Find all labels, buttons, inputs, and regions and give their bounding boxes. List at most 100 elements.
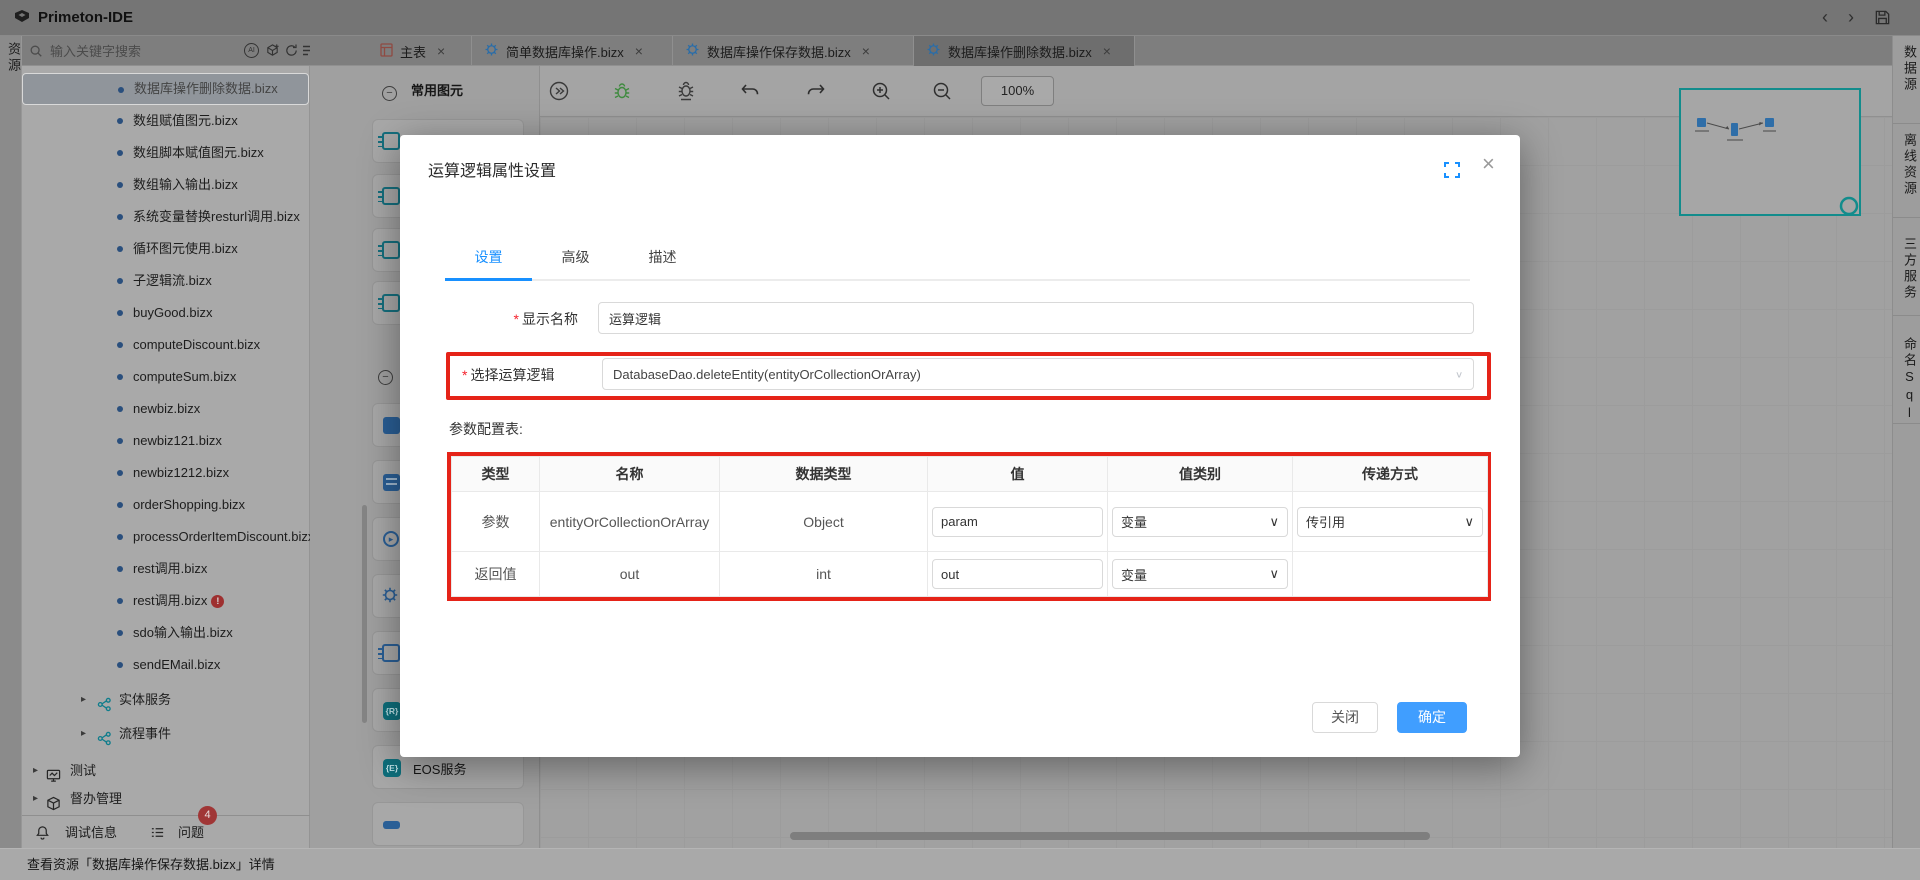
save-icon[interactable] — [1874, 9, 1891, 31]
nav-back-icon[interactable]: ‹ — [1822, 8, 1828, 26]
file-dot-icon — [117, 310, 123, 316]
tab-close-icon[interactable]: × — [437, 43, 445, 59]
file-dot-icon — [117, 662, 123, 668]
debug-run-icon[interactable] — [611, 80, 633, 102]
file-tree-item[interactable]: newbiz1212.bizx — [22, 457, 309, 489]
file-tree-item[interactable]: newbiz121.bizx — [22, 425, 309, 457]
divider — [1893, 123, 1920, 124]
fullscreen-expand-icon[interactable] — [1444, 162, 1460, 183]
palette-scrollbar[interactable] — [362, 505, 367, 723]
file-tree-item[interactable]: rest调用.bizx — [22, 553, 309, 585]
file-tree-item[interactable]: orderShopping.bizx — [22, 489, 309, 521]
primeton-ide-window: Primeton-IDE ‹ › 资源 AI 主表 × — [0, 0, 1920, 880]
file-tree-item[interactable]: computeDiscount.bizx — [22, 329, 309, 361]
table-row: 参数 entityOrCollectionOrArray Object 变量∨ … — [452, 492, 1488, 552]
tab-main-table[interactable]: 主表 × — [368, 36, 472, 66]
horizontal-scrollbar[interactable] — [790, 832, 1430, 840]
minimap[interactable] — [1679, 88, 1861, 216]
file-tree-item[interactable]: newbiz.bizx — [22, 393, 309, 425]
close-button[interactable]: 关闭 — [1312, 702, 1378, 733]
rest-service-icon: {R} — [383, 702, 401, 720]
required-mark: * — [462, 367, 467, 383]
app-title: Primeton-IDE — [38, 0, 133, 36]
tab-close-icon[interactable]: × — [1103, 43, 1111, 59]
tab-label: 数据库操作删除数据.bizx — [948, 42, 1092, 61]
file-tree-item[interactable]: buyGood.bizx — [22, 297, 309, 329]
param-value-input[interactable] — [932, 507, 1103, 537]
file-dot-icon — [117, 118, 123, 124]
tab-description[interactable]: 描述 — [619, 243, 706, 279]
collapse-group-icon[interactable]: − — [378, 370, 393, 385]
zoom-level-indicator[interactable]: 100% — [981, 76, 1054, 106]
right-tab-offline-resource[interactable]: 离线资源 — [1900, 133, 1919, 197]
return-value-input[interactable] — [932, 559, 1103, 589]
resource-strip-label[interactable]: 资源 — [4, 42, 23, 74]
search-input[interactable] — [48, 38, 198, 64]
new-resource-icon[interactable] — [265, 43, 280, 63]
tree-node-process-event[interactable]: ▸ 流程事件 — [22, 718, 309, 750]
collapse-group-icon[interactable]: − — [382, 86, 397, 101]
search-bar: AI — [22, 36, 310, 66]
display-name-input[interactable] — [598, 302, 1474, 334]
file-dot-icon — [117, 150, 123, 156]
divider — [1893, 217, 1920, 218]
tab-settings[interactable]: 设置 — [445, 243, 532, 279]
annotation-highlight-table: 类型 名称 数据类型 值 值类别 传递方式 参数 entityOrCollect… — [447, 452, 1491, 601]
tab-close-icon[interactable]: × — [635, 43, 643, 59]
undo-icon[interactable] — [739, 80, 761, 102]
right-tab-third-party-service[interactable]: 三方服务 — [1900, 237, 1919, 301]
resource-strip: 资源 — [0, 36, 22, 848]
display-name-label: *显示名称 — [400, 309, 578, 329]
value-category-select[interactable]: 变量∨ — [1112, 559, 1288, 589]
tab-label: 数据库操作保存数据.bizx — [707, 42, 851, 61]
caret-right-icon[interactable]: ▸ — [81, 718, 86, 750]
value-category-select[interactable]: 变量∨ — [1112, 507, 1288, 537]
tab-db-delete-data-active[interactable]: 数据库操作删除数据.bizx × — [914, 36, 1135, 66]
file-tree-item[interactable]: 数组输入输出.bizx — [22, 169, 309, 201]
file-tree-item[interactable]: sendEMail.bizx — [22, 649, 309, 681]
caret-right-icon[interactable]: ▸ — [81, 684, 86, 716]
tab-db-save-data[interactable]: 数据库操作保存数据.bizx × — [673, 36, 914, 66]
empty-cell — [1293, 552, 1488, 597]
file-tree-item[interactable]: processOrderItemDiscount.bizx — [22, 521, 309, 553]
tab-close-icon[interactable]: × — [862, 43, 870, 59]
file-dot-icon — [117, 566, 123, 572]
confirm-button[interactable]: 确定 — [1397, 702, 1467, 733]
nav-forward-icon[interactable]: › — [1848, 8, 1854, 26]
refresh-icon[interactable] — [284, 43, 299, 63]
logic-select-dropdown[interactable]: DatabaseDao.deleteEntity(entityOrCollect… — [602, 358, 1474, 390]
ai-icon[interactable]: AI — [244, 43, 259, 58]
debug-step-icon[interactable] — [675, 80, 697, 102]
zoom-in-icon[interactable] — [870, 80, 892, 102]
divider — [1893, 315, 1920, 316]
file-tree-item[interactable]: 子逻辑流.bizx — [22, 265, 309, 297]
debug-info-tab[interactable]: 调试信息 — [65, 816, 117, 849]
chevron-down-icon: ∨ — [1269, 566, 1279, 582]
file-tree-item[interactable]: 数组脚本赋值图元.bizx — [22, 137, 309, 169]
pass-mode-select[interactable]: 传引用∨ — [1297, 507, 1483, 537]
file-tree-item[interactable]: sdo输入输出.bizx — [22, 617, 309, 649]
file-tree-item-error[interactable]: rest调用.bizx! — [22, 585, 309, 617]
tab-simple-db-ops[interactable]: 简单数据库操作.bizx × — [472, 36, 673, 66]
active-tab-underline — [445, 278, 532, 281]
close-icon[interactable]: × — [1482, 153, 1495, 175]
tree-node-supervise[interactable]: ▸ 督办管理 — [22, 783, 309, 815]
file-tree-item-selected[interactable]: 数据库操作删除数据.bizx — [22, 73, 309, 105]
right-tab-datasource[interactable]: 数据源 — [1900, 45, 1919, 93]
param-table-label: 参数配置表: — [449, 419, 523, 439]
run-icon[interactable] — [548, 80, 570, 102]
redo-icon[interactable] — [805, 80, 827, 102]
palette-item[interactable] — [372, 802, 524, 846]
editor-tab-bar: 主表 × 简单数据库操作.bizx × 数据库操作保存数据.bizx × 数据库… — [310, 36, 1892, 66]
file-tree-item[interactable]: 系统变量替换resturl调用.bizx — [22, 201, 309, 233]
eos-service-icon: {E} — [383, 759, 401, 777]
file-tree-item[interactable]: 循环图元使用.bizx — [22, 233, 309, 265]
right-tab-named-sql[interactable]: 命名Sql — [1900, 337, 1919, 423]
search-icon — [29, 44, 43, 63]
caret-right-icon[interactable]: ▸ — [33, 783, 38, 815]
file-tree-item[interactable]: computeSum.bizx — [22, 361, 309, 393]
file-tree-item[interactable]: 数组赋值图元.bizx — [22, 105, 309, 137]
zoom-out-icon[interactable] — [931, 80, 953, 102]
tab-advanced[interactable]: 高级 — [532, 243, 619, 279]
tree-node-entity-service[interactable]: ▸ 实体服务 — [22, 684, 309, 716]
